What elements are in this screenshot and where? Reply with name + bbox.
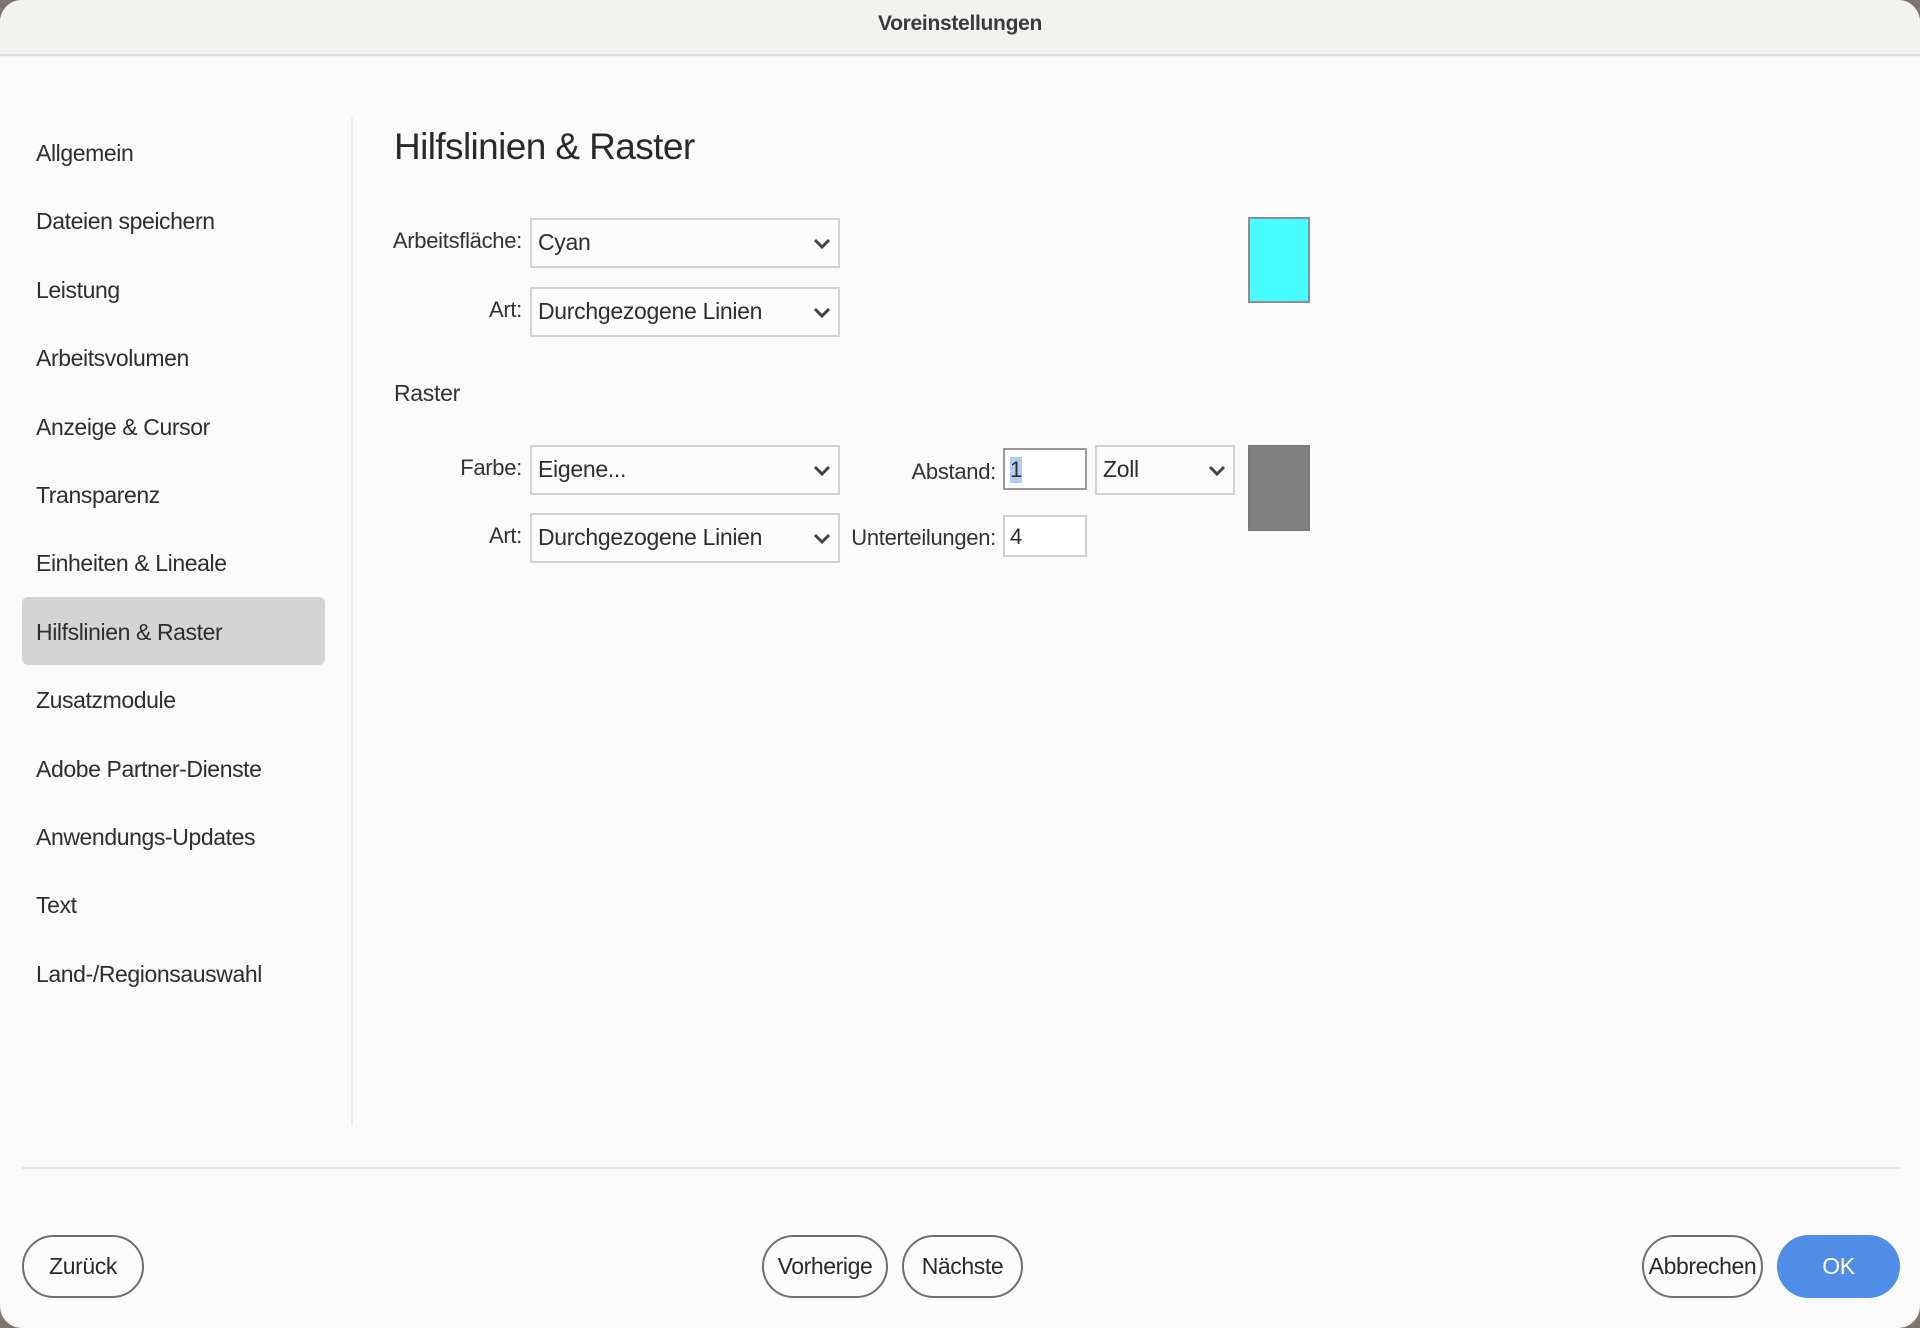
spacing-unit-select[interactable]: Zoll (1095, 445, 1235, 495)
sidebar-divider (351, 118, 353, 1126)
sidebar-item-label: Transparenz (36, 482, 160, 508)
sidebar-item[interactable]: Hilfslinien & Raster (22, 596, 325, 665)
sidebar-item[interactable]: Zusatzmodule (22, 665, 325, 733)
spacing-input[interactable]: 1 (1003, 448, 1087, 490)
sidebar-item[interactable]: Anzeige & Cursor (22, 392, 325, 460)
guides-style-select[interactable]: Durchgezogene Linien (530, 287, 840, 337)
guides-color-swatch[interactable] (1248, 217, 1310, 303)
sidebar-item-label: Zusatzmodule (36, 687, 176, 714)
guides-style-label: Art: (488, 297, 522, 322)
sidebar-item[interactable]: Text (22, 870, 325, 938)
cancel-button[interactable]: Abbrechen (1642, 1235, 1763, 1298)
subdivisions-input[interactable]: 4 (1003, 515, 1087, 557)
sidebar-item[interactable]: Transparenz (22, 460, 325, 528)
sidebar-item[interactable]: Leistung (22, 255, 325, 323)
sidebar-item-label: Anwendungs-Updates (36, 824, 256, 850)
preferences-dialog: Voreinstellungen Allgemein Dateien speich… (0, 0, 1920, 1328)
previous-button[interactable]: Vorherige (762, 1235, 888, 1298)
grid-style-select[interactable]: Durchgezogene Linien (530, 513, 840, 563)
grid-color-value: Eigene... (538, 456, 627, 482)
chevron-down-icon (813, 307, 831, 319)
subdivisions-value: 4 (1010, 524, 1023, 549)
chevron-down-icon (813, 238, 831, 250)
grid-color-label: Farbe: (460, 455, 522, 480)
subdivisions-label: Unterteilungen: (851, 525, 996, 550)
spacing-value: 1 (1010, 457, 1023, 483)
canvas-label: Arbeitsfläche: (392, 228, 522, 253)
sidebar-item[interactable]: Dateien speichern (22, 186, 325, 254)
sidebar-item-label: Hilfslinien & Raster (36, 618, 223, 645)
ok-button[interactable]: OK (1777, 1235, 1900, 1298)
sidebar-item[interactable]: Anwendungs-Updates (22, 802, 325, 870)
page-title: Hilfslinien & Raster (394, 126, 695, 167)
sidebar-item-label: Einheiten & Lineale (36, 550, 227, 577)
sidebar-item-label: Adobe Partner-Dienste (36, 755, 262, 782)
grid-style-value: Durchgezogene Linien (538, 524, 763, 550)
guides-style-value: Durchgezogene Linien (538, 298, 763, 324)
sidebar-item[interactable]: Land-/Regionsauswahl (22, 939, 325, 1007)
title-bar[interactable]: Voreinstellungen (0, 0, 1920, 56)
sidebar-item[interactable]: Arbeitsvolumen (22, 323, 325, 391)
sidebar-item[interactable]: Einheiten & Lineale (22, 528, 325, 596)
canvas-color-value: Cyan (538, 229, 591, 255)
back-button[interactable]: Zurück (22, 1235, 144, 1298)
spacing-unit-value: Zoll (1103, 456, 1139, 482)
sidebar-item[interactable]: Adobe Partner-Dienste (22, 734, 325, 802)
sidebar-item-label: Arbeitsvolumen (36, 345, 189, 372)
sidebar-item-label: Land-/Regionsauswahl (36, 960, 262, 987)
footer-divider (22, 1167, 1900, 1169)
chevron-down-icon (1208, 465, 1226, 477)
canvas-color-select[interactable]: Cyan (530, 218, 840, 268)
grid-style-label: Art: (488, 523, 522, 548)
sidebar-item[interactable]: Allgemein (22, 118, 325, 186)
sidebar-item-label: Allgemein (36, 140, 134, 166)
sidebar-item-label: Anzeige & Cursor (36, 413, 210, 440)
sidebar-item-label: Dateien speichern (36, 208, 215, 235)
sidebar: Allgemein Dateien speichern Leistung Arbeit… (0, 56, 352, 1126)
window-title: Voreinstellungen (878, 12, 1042, 35)
sidebar-item-label: Leistung (36, 276, 120, 303)
grid-section-label: Raster (394, 380, 460, 406)
sidebar-item-label: Text (36, 892, 77, 919)
next-button[interactable]: Nächste (902, 1235, 1023, 1298)
chevron-down-icon (813, 465, 831, 477)
chevron-down-icon (813, 533, 831, 545)
grid-color-select[interactable]: Eigene... (530, 445, 840, 495)
spacing-label: Abstand: (911, 459, 997, 484)
grid-color-swatch[interactable] (1248, 445, 1310, 531)
